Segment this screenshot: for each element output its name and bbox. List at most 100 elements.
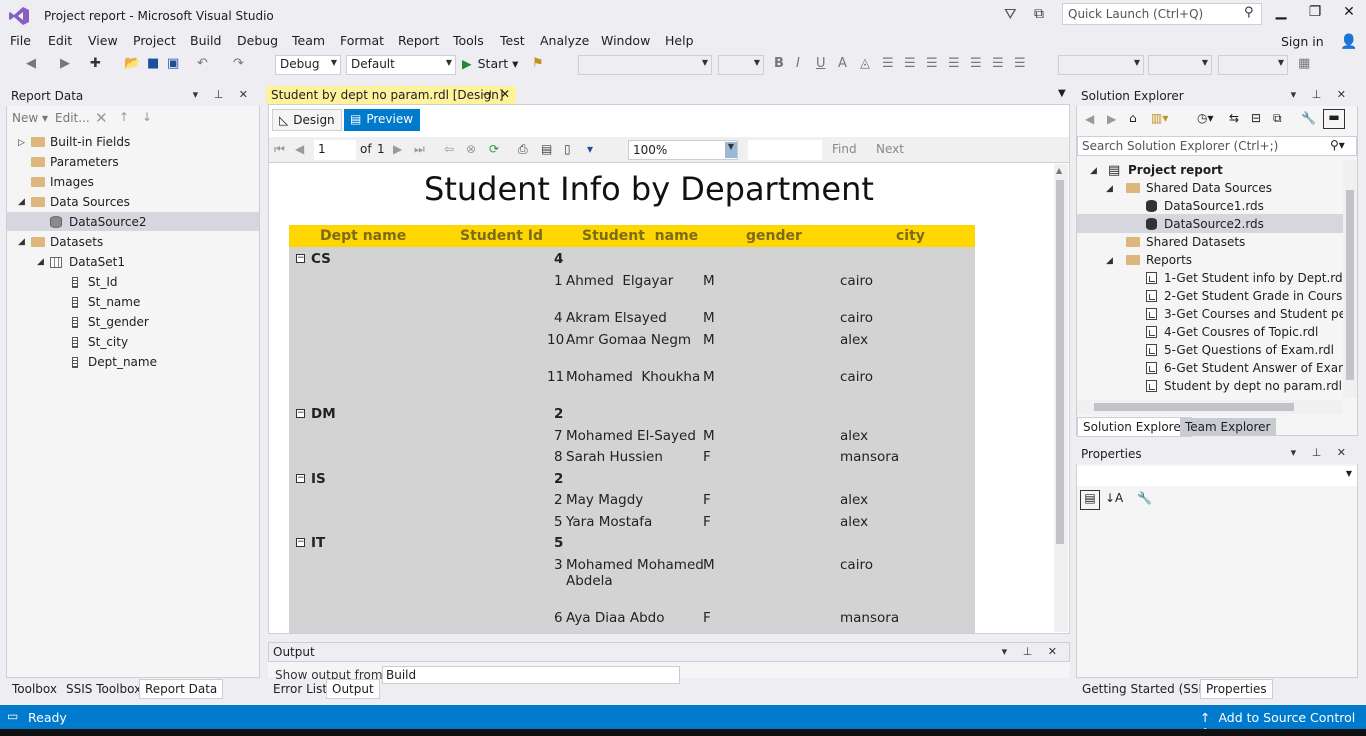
back-icon[interactable]: ◀: [1085, 112, 1094, 126]
font-size-select[interactable]: ▼: [718, 55, 764, 75]
background-color-icon[interactable]: ◬: [860, 56, 870, 71]
scrollbar-thumb[interactable]: [1094, 403, 1294, 411]
menu-format[interactable]: Format: [340, 33, 384, 48]
page-number-input[interactable]: 1: [314, 140, 356, 160]
menu-analyze[interactable]: Analyze: [540, 33, 589, 48]
zoom-select[interactable]: 100%: [628, 140, 738, 160]
tab-report-data[interactable]: Report Data: [139, 679, 224, 699]
tree-builtin-fields[interactable]: Built-in Fields: [50, 135, 130, 149]
properties-wrench-icon[interactable]: 🔧: [1301, 111, 1316, 125]
start-button[interactable]: ▶ Start ▾: [462, 56, 518, 71]
new-project-icon[interactable]: ✚: [90, 56, 101, 71]
italic-icon[interactable]: I: [796, 56, 800, 71]
tree-file[interactable]: 5-Get Questions of Exam.rdl: [1164, 343, 1334, 357]
edit-button[interactable]: Edit...: [55, 111, 90, 125]
menu-view[interactable]: View: [88, 33, 118, 48]
save-icon[interactable]: ■: [147, 56, 159, 71]
collapse-arrow-icon[interactable]: ◢: [1090, 166, 1097, 176]
bold-icon[interactable]: B: [774, 56, 784, 71]
tree-reports[interactable]: Reports: [1146, 253, 1192, 267]
property-pages-icon[interactable]: 🔧: [1137, 491, 1152, 505]
show-all-files-icon[interactable]: ⧉: [1273, 111, 1282, 126]
collapse-all-icon[interactable]: ⊟: [1251, 111, 1261, 125]
find-input[interactable]: [748, 140, 822, 160]
collapse-arrow-icon[interactable]: ◢: [37, 257, 44, 267]
open-file-icon[interactable]: 📂: [124, 56, 140, 71]
tree-field[interactable]: Dept_name: [88, 355, 157, 369]
tree-file[interactable]: 2-Get Student Grade in Courses.rdl: [1164, 289, 1343, 303]
pending-changes-icon[interactable]: ◷▾: [1197, 111, 1214, 125]
quick-launch-input[interactable]: Quick Launch (Ctrl+Q): [1062, 3, 1262, 25]
find-in-files-icon[interactable]: ⚑: [532, 56, 544, 71]
menu-debug[interactable]: Debug: [237, 33, 278, 48]
align-left-icon[interactable]: ☰: [882, 56, 894, 71]
tab-design[interactable]: ◺ Design: [272, 109, 342, 131]
collapse-toggle-icon[interactable]: −: [296, 538, 305, 547]
navigate-forward-icon[interactable]: ▶: [60, 56, 70, 71]
border-width-select[interactable]: ▼: [1148, 55, 1212, 75]
tree-datasource2[interactable]: DataSource2: [69, 215, 147, 229]
menu-window[interactable]: Window: [601, 33, 650, 48]
menu-team[interactable]: Team: [292, 33, 325, 48]
redo-icon[interactable]: ↷: [233, 56, 244, 71]
search-icon[interactable]: ⚲▾: [1330, 138, 1345, 152]
chevron-down-icon[interactable]: ▼: [725, 142, 737, 158]
tree-data-sources[interactable]: Data Sources: [50, 195, 130, 209]
sign-in-link[interactable]: Sign in: [1281, 34, 1324, 49]
tree-parameters[interactable]: Parameters: [50, 155, 119, 169]
move-down-icon[interactable]: ↓: [142, 110, 152, 124]
collapse-arrow-icon[interactable]: ◢: [1106, 184, 1113, 194]
align-center-icon[interactable]: ☰: [904, 56, 916, 71]
stop-icon[interactable]: ⊗: [466, 142, 476, 156]
menu-report[interactable]: Report: [398, 33, 439, 48]
tree-dataset1[interactable]: DataSet1: [69, 255, 125, 269]
border-color-select[interactable]: ▼: [1218, 55, 1288, 75]
expand-arrow-icon[interactable]: ▷: [18, 138, 25, 148]
find-button[interactable]: Find: [832, 142, 857, 156]
tree-file[interactable]: DataSource2.rds: [1164, 217, 1264, 231]
tree-shared-datasets[interactable]: Shared Datasets: [1146, 235, 1245, 249]
navigate-back-icon[interactable]: ◀: [26, 56, 36, 71]
first-page-icon[interactable]: ⏮: [274, 142, 285, 157]
collapse-arrow-icon[interactable]: ◢: [18, 197, 25, 207]
borders-icon[interactable]: ▦: [1298, 56, 1310, 71]
tab-team-explorer[interactable]: Team Explorer: [1180, 418, 1276, 436]
tab-error-list[interactable]: Error List: [268, 680, 332, 698]
previous-page-icon[interactable]: ◀: [295, 142, 304, 156]
decrease-indent-icon[interactable]: ☰: [992, 56, 1004, 71]
font-color-icon[interactable]: A: [838, 56, 847, 71]
categorized-icon[interactable]: ▤: [1080, 490, 1100, 510]
panel-controls-icon[interactable]: ▾ ⊥ ✕: [1291, 446, 1352, 459]
tree-file[interactable]: 4-Get Cousres of Topic.rdl: [1164, 325, 1318, 339]
tree-field[interactable]: St_Id: [88, 275, 117, 289]
tree-file[interactable]: 1-Get Student info by Dept.rdl: [1164, 271, 1346, 285]
platform-select[interactable]: Default ▼: [346, 55, 456, 75]
underline-icon[interactable]: U: [816, 56, 826, 71]
increase-indent-icon[interactable]: ☰: [1014, 56, 1026, 71]
scroll-up-icon[interactable]: ▲: [1056, 166, 1062, 175]
tree-field[interactable]: St_gender: [88, 315, 149, 329]
font-name-select[interactable]: ▼: [578, 55, 712, 75]
output-source-select[interactable]: Build: [382, 666, 680, 684]
tab-ssis-toolbox[interactable]: SSIS Toolbox: [61, 680, 146, 698]
scrollbar-thumb[interactable]: [1346, 190, 1354, 380]
collapse-arrow-icon[interactable]: ◢: [18, 237, 25, 247]
tree-field[interactable]: St_city: [88, 335, 128, 349]
undo-icon[interactable]: ↶: [197, 56, 208, 71]
tree-datasets[interactable]: Datasets: [50, 235, 103, 249]
page-setup-icon[interactable]: ▯: [564, 142, 571, 156]
numbering-icon[interactable]: ☰: [970, 56, 982, 71]
collapse-toggle-icon[interactable]: −: [296, 474, 305, 483]
scrollbar-thumb[interactable]: [1056, 180, 1064, 544]
close-tab-icon[interactable]: ✕: [500, 87, 510, 101]
next-page-icon[interactable]: ▶: [393, 142, 402, 156]
panel-controls-icon[interactable]: ▾ ⊥ ✕: [1291, 88, 1352, 101]
alphabetical-icon[interactable]: ↓A: [1105, 491, 1123, 505]
tree-file[interactable]: DataSource1.rds: [1164, 199, 1264, 213]
tab-overflow-icon[interactable]: ▼: [1058, 88, 1066, 99]
home-icon[interactable]: ⌂: [1129, 111, 1137, 125]
next-button[interactable]: Next: [876, 142, 904, 156]
search-icon[interactable]: ⚲: [1244, 5, 1254, 20]
panel-controls-icon[interactable]: ▾ ⊥ ✕: [1002, 645, 1063, 658]
menu-tools[interactable]: Tools: [453, 33, 484, 48]
